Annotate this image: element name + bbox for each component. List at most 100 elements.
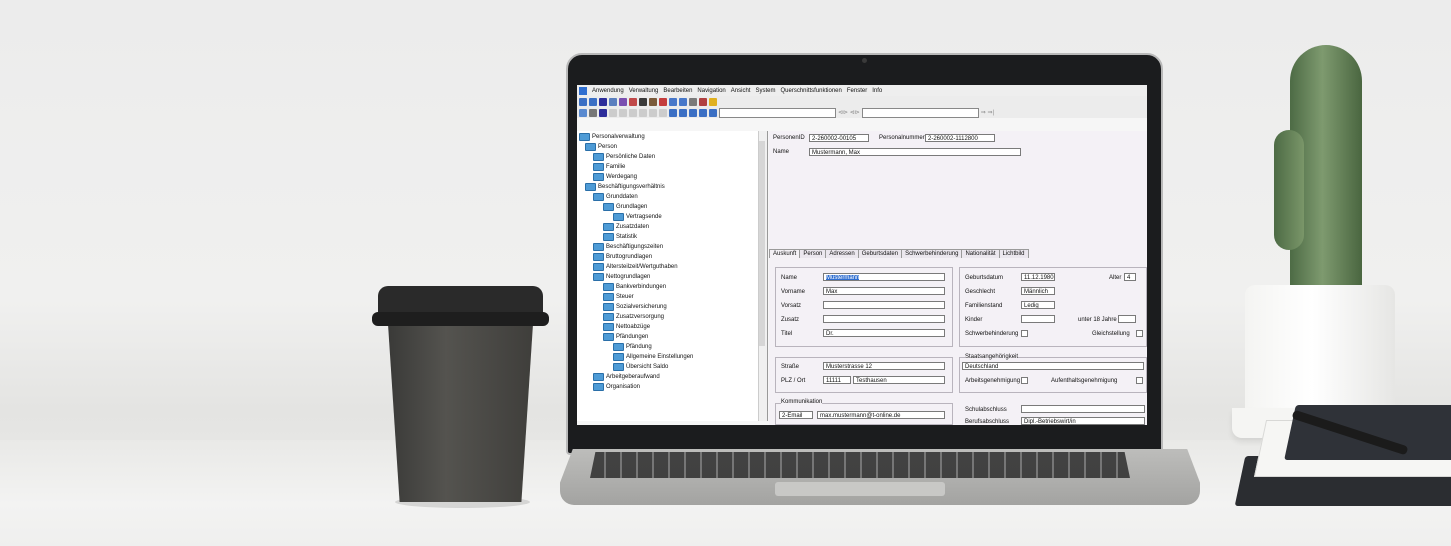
record-icon[interactable] <box>659 97 667 106</box>
schulabschluss-field[interactable] <box>1021 405 1145 413</box>
tab-person[interactable]: Person <box>799 249 827 258</box>
personalnummer-field[interactable]: 2-260002-1112800 <box>925 134 995 142</box>
tab-adressen[interactable]: Adressen <box>825 249 859 258</box>
selection-combo-2[interactable] <box>861 107 979 118</box>
vorsatz-field[interactable] <box>823 301 945 309</box>
warning-icon[interactable] <box>709 97 717 106</box>
tree-item[interactable]: Nettoabzüge <box>603 323 650 331</box>
tree-item[interactable]: Pfändungen <box>603 333 648 341</box>
menu-anwendung[interactable]: Anwendung <box>592 88 624 94</box>
calendar-icon[interactable] <box>669 97 677 106</box>
report-icon[interactable] <box>619 97 627 106</box>
binoculars-icon[interactable] <box>599 108 607 117</box>
book-icon[interactable] <box>649 97 657 106</box>
tree-item[interactable]: Bankverbindungen <box>603 283 666 291</box>
menu-querschnittsfunktionen[interactable]: Querschnittsfunktionen <box>780 88 841 94</box>
menu-ansicht[interactable]: Ansicht <box>731 88 751 94</box>
vorname-field[interactable]: Max <box>823 287 945 295</box>
menu-fenster[interactable]: Fenster <box>847 88 867 94</box>
strasse-field[interactable]: Musterstrasse 12 <box>823 362 945 370</box>
tab-schwerbehinderung[interactable]: Schwerbehinderung <box>901 249 963 258</box>
zusatz-field[interactable] <box>823 315 945 323</box>
refresh-icon[interactable] <box>579 108 587 117</box>
copy-record-icon[interactable] <box>589 97 597 106</box>
kinder-field[interactable] <box>1021 315 1055 323</box>
name-field[interactable]: Mustermann, Max <box>809 148 1021 156</box>
sort-icon[interactable] <box>679 108 687 117</box>
filter-icon[interactable] <box>609 97 617 106</box>
menu-info[interactable]: Info <box>872 88 882 94</box>
tree-item[interactable]: Allgemeine Einstellungen <box>613 353 693 361</box>
arbeitsgenehmigung-checkbox[interactable] <box>1021 377 1028 384</box>
tree-icon[interactable] <box>689 97 697 106</box>
toolbar-nav-arrows-2[interactable]: ⇒ ⇒| <box>981 109 994 116</box>
unter18-field[interactable] <box>1118 315 1136 323</box>
tree-item[interactable]: Personalverwaltung <box>579 133 645 141</box>
redo-icon[interactable] <box>659 108 667 117</box>
search-person-icon[interactable] <box>599 97 607 106</box>
tab-lichtbild[interactable]: Lichtbild <box>998 249 1029 258</box>
tree-item[interactable]: Altersteilzeit/Wertguthaben <box>593 263 678 271</box>
personen-id-field[interactable]: 2-260002-00105 <box>809 134 869 142</box>
next-icon[interactable] <box>629 108 637 117</box>
list-icon[interactable] <box>679 97 687 106</box>
tree-item[interactable]: Nettogrundlagen <box>593 273 650 281</box>
selection-combo-1[interactable] <box>719 107 836 118</box>
communication-type-select[interactable]: 2-Email <box>779 411 813 419</box>
staatsangehoerigkeit-field[interactable]: Deutschland <box>962 362 1144 370</box>
geschlecht-field[interactable]: Männlich <box>1021 287 1055 295</box>
tree-item[interactable]: Bruttogrundlagen <box>593 253 652 261</box>
tree-item[interactable]: Person <box>585 143 617 151</box>
tree-item[interactable]: Beschäftigungszeiten <box>593 243 663 251</box>
export-icon[interactable] <box>689 108 697 117</box>
menu-bearbeiten[interactable]: Bearbeiten <box>663 88 692 94</box>
new-record-icon[interactable] <box>579 97 587 106</box>
tree-item[interactable]: Grunddaten <box>593 193 638 201</box>
tree-item[interactable]: Organisation <box>593 383 640 391</box>
alter-field[interactable]: 4 <box>1124 273 1136 281</box>
gleichstellung-checkbox[interactable] <box>1136 330 1143 337</box>
settings-icon[interactable] <box>709 108 717 117</box>
tree-item[interactable]: Grundlagen <box>603 203 647 211</box>
print-icon[interactable] <box>629 97 637 106</box>
user-icon[interactable] <box>639 97 647 106</box>
tree-item[interactable]: Steuer <box>603 293 634 301</box>
undo-icon[interactable] <box>649 108 657 117</box>
zoom-icon[interactable] <box>669 108 677 117</box>
tab-nationalitaet[interactable]: Nationalität <box>961 249 1000 258</box>
berufsabschluss-field[interactable]: Dipl.-Betriebswirt/in <box>1021 417 1145 425</box>
tree-item[interactable]: Zusatzdaten <box>603 223 649 231</box>
ort-field[interactable]: Testhausen <box>853 376 945 384</box>
tree-scrollbar-thumb[interactable] <box>759 141 765 346</box>
funnel-icon[interactable] <box>589 108 597 117</box>
tree-item[interactable]: Werdegang <box>593 173 637 181</box>
plz-field[interactable]: 11111 <box>823 376 851 384</box>
aufenthaltsgenehmigung-checkbox[interactable] <box>1136 377 1143 384</box>
tab-geburtsdaten[interactable]: Geburtsdaten <box>857 249 903 258</box>
tab-auskunft[interactable]: Auskunft <box>769 249 801 258</box>
familienstand-field[interactable]: Ledig <box>1021 301 1055 309</box>
tree-item[interactable]: Übersicht Saldo <box>613 363 668 371</box>
menu-navigation[interactable]: Navigation <box>697 88 725 94</box>
schwerbehinderung-checkbox[interactable] <box>1021 330 1028 337</box>
tree-item[interactable]: Beschäftigungsverhältnis <box>585 183 665 191</box>
font-icon[interactable] <box>699 108 707 117</box>
tree-item[interactable]: Familie <box>593 163 625 171</box>
first-icon[interactable] <box>609 108 617 117</box>
chart-icon[interactable] <box>699 97 707 106</box>
tree-item[interactable]: Persönliche Daten <box>593 153 655 161</box>
tree-item[interactable]: Statistik <box>603 233 637 241</box>
tree-item[interactable]: Zusatzversorgung <box>603 313 664 321</box>
email-field[interactable]: max.mustermann@t-online.de <box>817 411 945 419</box>
tree-item[interactable]: Pfändung <box>613 343 652 351</box>
delete-icon[interactable] <box>639 108 647 117</box>
menu-verwaltung[interactable]: Verwaltung <box>629 88 659 94</box>
toolbar-nav-arrows[interactable]: ⊲⊳ ⊲⊳ <box>838 109 860 116</box>
tree-item[interactable]: Sozialversicherung <box>603 303 667 311</box>
tree-item[interactable]: Vertragsende <box>613 213 662 221</box>
tree-item[interactable]: Arbeitgeberaufwand <box>593 373 660 381</box>
prev-icon[interactable] <box>619 108 627 117</box>
menu-system[interactable]: System <box>755 88 775 94</box>
nachname-field[interactable]: Mustermann <box>823 273 945 281</box>
geburtsdatum-field[interactable]: 11.12.1980 <box>1021 273 1055 281</box>
